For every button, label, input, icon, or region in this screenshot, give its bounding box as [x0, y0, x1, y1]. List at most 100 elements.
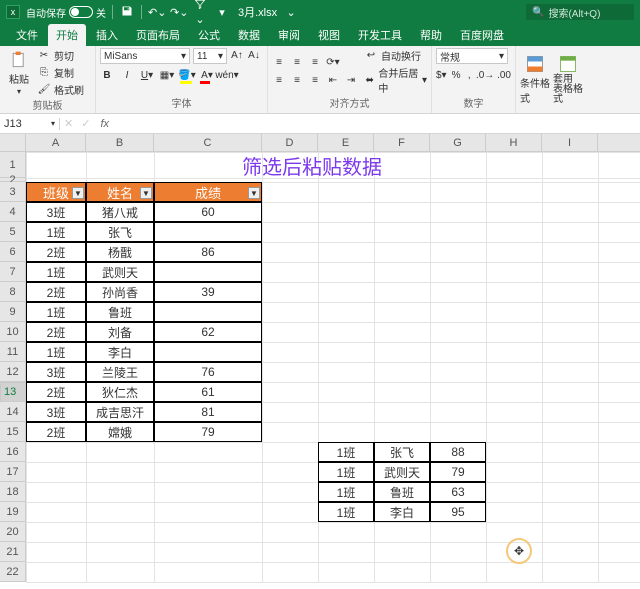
row-header-21[interactable]: 21 [0, 542, 26, 562]
indent-decrease-icon[interactable]: ⇤ [326, 74, 340, 88]
main-data-cell[interactable]: 86 [154, 242, 262, 262]
tab-开始[interactable]: 开始 [48, 24, 86, 46]
main-header-cell[interactable]: 姓名▼ [86, 182, 154, 202]
format-painter-button[interactable]: 🖌格式刷 [37, 82, 84, 97]
main-data-cell[interactable] [154, 302, 262, 322]
side-data-cell[interactable]: 88 [430, 442, 486, 462]
row-header-15[interactable]: 15 [0, 422, 26, 442]
table-format-button[interactable]: 套用 表格格式 [553, 54, 583, 105]
main-data-cell[interactable]: 嫦娥 [86, 422, 154, 442]
decrease-font-icon[interactable]: A↓ [247, 48, 261, 62]
col-header-G[interactable]: G [430, 134, 486, 151]
filename-dropdown-icon[interactable]: ⌄ [283, 6, 299, 19]
row-header-18[interactable]: 18 [0, 482, 26, 502]
main-data-cell[interactable]: 62 [154, 322, 262, 342]
bold-icon[interactable]: B [100, 68, 114, 82]
main-data-cell[interactable]: 武则天 [86, 262, 154, 282]
font-color-icon[interactable]: A▾ [200, 68, 214, 82]
font-name-select[interactable]: MiSans▾ [100, 48, 190, 64]
side-data-cell[interactable]: 张飞 [374, 442, 430, 462]
side-data-cell[interactable]: 武则天 [374, 462, 430, 482]
row-header-9[interactable]: 9 [0, 302, 26, 322]
main-header-cell[interactable]: 班级▼ [26, 182, 86, 202]
tab-视图[interactable]: 视图 [310, 24, 348, 46]
increase-font-icon[interactable]: A↑ [230, 48, 244, 62]
row-header-20[interactable]: 20 [0, 522, 26, 542]
currency-icon[interactable]: $▾ [436, 68, 447, 82]
tab-公式[interactable]: 公式 [190, 24, 228, 46]
search-input[interactable]: 🔍 搜索(Alt+Q) [526, 4, 634, 20]
main-data-cell[interactable]: 1班 [26, 262, 86, 282]
main-data-cell[interactable]: 李白 [86, 342, 154, 362]
filter-dropdown-icon[interactable]: ▼ [248, 187, 260, 199]
fill-color-icon[interactable]: 🪣▾ [180, 68, 194, 82]
row-header-13[interactable]: 13 [0, 382, 26, 402]
col-header-C[interactable]: C [154, 134, 262, 151]
col-header-F[interactable]: F [374, 134, 430, 151]
row-header-4[interactable]: 4 [0, 202, 26, 222]
col-header-H[interactable]: H [486, 134, 542, 151]
col-header-E[interactable]: E [318, 134, 374, 151]
autosave-toggle[interactable]: 自动保存 关 [26, 5, 106, 20]
filter-dropdown-icon[interactable]: ▼ [140, 187, 152, 199]
tab-审阅[interactable]: 审阅 [270, 24, 308, 46]
main-data-cell[interactable]: 2班 [26, 422, 86, 442]
row-header-19[interactable]: 19 [0, 502, 26, 522]
row-header-14[interactable]: 14 [0, 402, 26, 422]
orientation-icon[interactable]: ⟳▾ [326, 56, 340, 70]
select-all-corner[interactable] [0, 134, 26, 151]
main-data-cell[interactable]: 刘备 [86, 322, 154, 342]
phonetic-icon[interactable]: wén▾ [220, 68, 234, 82]
paste-button[interactable]: 粘贴 ▾ [4, 50, 34, 96]
indent-increase-icon[interactable]: ⇥ [344, 74, 358, 88]
row-header-22[interactable]: 22 [0, 562, 26, 582]
decrease-decimal-icon[interactable]: .00 [497, 68, 511, 82]
main-data-cell[interactable] [154, 342, 262, 362]
spreadsheet-grid[interactable]: ABCDEFGHI 123456789101112131415161718192… [0, 134, 640, 582]
main-data-cell[interactable] [154, 222, 262, 242]
col-header-D[interactable]: D [262, 134, 318, 151]
toggle-switch-icon[interactable] [69, 6, 93, 18]
row-header-7[interactable]: 7 [0, 262, 26, 282]
main-data-cell[interactable]: 杨戬 [86, 242, 154, 262]
row-header-10[interactable]: 10 [0, 322, 26, 342]
main-data-cell[interactable]: 狄仁杰 [86, 382, 154, 402]
border-icon[interactable]: ▦▾ [160, 68, 174, 82]
main-data-cell[interactable]: 3班 [26, 362, 86, 382]
side-data-cell[interactable]: 1班 [318, 482, 374, 502]
redo-icon[interactable]: ↷⌄ [170, 6, 186, 19]
main-data-cell[interactable]: 39 [154, 282, 262, 302]
side-data-cell[interactable]: 95 [430, 502, 486, 522]
main-data-cell[interactable]: 76 [154, 362, 262, 382]
main-data-cell[interactable]: 2班 [26, 322, 86, 342]
cancel-formula-icon[interactable]: ✕ [60, 117, 77, 130]
tab-插入[interactable]: 插入 [88, 24, 126, 46]
main-data-cell[interactable]: 2班 [26, 282, 86, 302]
align-top-icon[interactable]: ≡ [272, 56, 286, 70]
tab-页面布局[interactable]: 页面布局 [128, 24, 188, 46]
row-header-12[interactable]: 12 [0, 362, 26, 382]
main-data-cell[interactable]: 1班 [26, 342, 86, 362]
name-box[interactable]: J13 ▾ [0, 118, 60, 130]
row-header-5[interactable]: 5 [0, 222, 26, 242]
tab-开发工具[interactable]: 开发工具 [350, 24, 410, 46]
row-header-17[interactable]: 17 [0, 462, 26, 482]
fx-icon[interactable]: fx [94, 118, 115, 130]
row-header-16[interactable]: 16 [0, 442, 26, 462]
side-data-cell[interactable]: 1班 [318, 442, 374, 462]
side-data-cell[interactable]: 鲁班 [374, 482, 430, 502]
main-data-cell[interactable]: 79 [154, 422, 262, 442]
merge-center-button[interactable]: ⬌合并后居中▾ [364, 65, 427, 95]
main-data-cell[interactable]: 2班 [26, 382, 86, 402]
col-header-B[interactable]: B [86, 134, 154, 151]
align-center-icon[interactable]: ≡ [290, 74, 304, 88]
main-data-cell[interactable]: 60 [154, 202, 262, 222]
tab-文件[interactable]: 文件 [8, 24, 46, 46]
copy-button[interactable]: ⎘复制 [37, 65, 84, 80]
side-data-cell[interactable]: 1班 [318, 462, 374, 482]
main-data-cell[interactable]: 2班 [26, 242, 86, 262]
main-data-cell[interactable]: 61 [154, 382, 262, 402]
main-data-cell[interactable]: 兰陵王 [86, 362, 154, 382]
main-data-cell[interactable]: 81 [154, 402, 262, 422]
col-header-A[interactable]: A [26, 134, 86, 151]
